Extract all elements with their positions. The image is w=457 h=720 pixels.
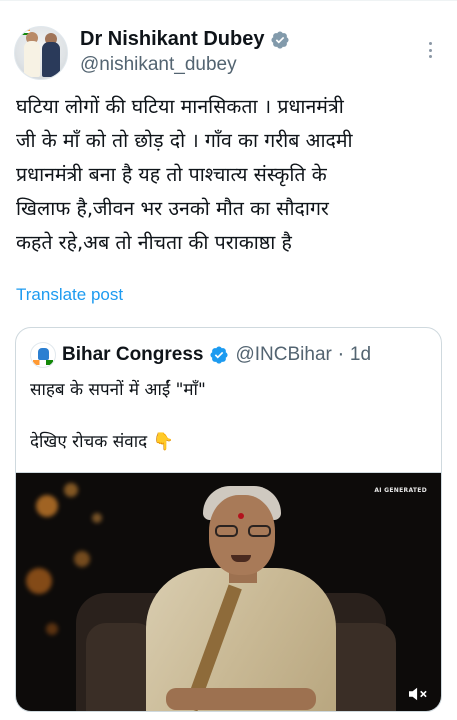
tweet-text-line: जी के माँ को तो छोड़ दो । गाँव का गरीब आ… [16,129,353,152]
separator-dot: · [337,344,344,366]
volume-muted-icon[interactable] [407,685,429,703]
top-divider [0,0,457,1]
pointing-down-emoji-icon: 👇 [152,432,174,452]
quoted-video[interactable]: AI GENERATED [16,472,441,711]
author-handle[interactable]: @nishikant_dubey [80,54,237,76]
tweet-text-line: खिलाफ है,जीवन भर उनको मौत का सौदागर [16,197,329,220]
author-display-name[interactable]: Dr Nishikant Dubey [80,28,264,51]
quoted-author-avatar[interactable] [30,342,56,368]
author-avatar[interactable] [14,26,68,80]
quoted-text-line-2: देखिए रोचक संवाद 👇 [30,428,430,456]
quoted-author-name[interactable]: Bihar Congress [62,344,203,366]
quoted-post-time[interactable]: 1d [350,344,371,366]
quoted-post-body: साहब के सपनों में आईं "माँ" देखिए रोचक स… [30,376,430,456]
ai-generated-label: AI GENERATED [374,487,427,494]
quoted-post[interactable]: Bihar Congress @INCBihar · 1d साहब के सप… [15,327,442,712]
tweet-text-line: कहते रहे,अब तो नीचता की पराकाष्ठा है [16,231,292,254]
quoted-text-line: देखिए रोचक संवाद [30,432,148,452]
quoted-text-line: साहब के सपनों में आईं "माँ" [30,380,206,400]
quoted-author-handle[interactable]: @INCBihar [235,344,331,366]
congress-hand-icon [38,348,49,360]
verified-badge-icon [210,346,229,364]
quoted-post-header: Bihar Congress @INCBihar · 1d [30,342,371,368]
glasses [215,525,271,537]
author-name-row: Dr Nishikant Dubey [80,28,290,51]
tweet-header: Dr Nishikant Dubey @nishikant_dubey [14,26,444,82]
tweet-text-line: घटिया लोगों की घटिया मानसिकता । प्रधानमं… [16,95,344,118]
tweet-body: घटिया लोगों की घटिया मानसिकता । प्रधानमं… [16,90,446,260]
more-options-icon[interactable] [422,40,438,60]
tweet-text-line: प्रधानमंत्री बना है यह तो पाश्चात्य संस्… [16,163,327,186]
verified-badge-icon [271,30,290,49]
translate-post-link[interactable]: Translate post [16,285,123,305]
